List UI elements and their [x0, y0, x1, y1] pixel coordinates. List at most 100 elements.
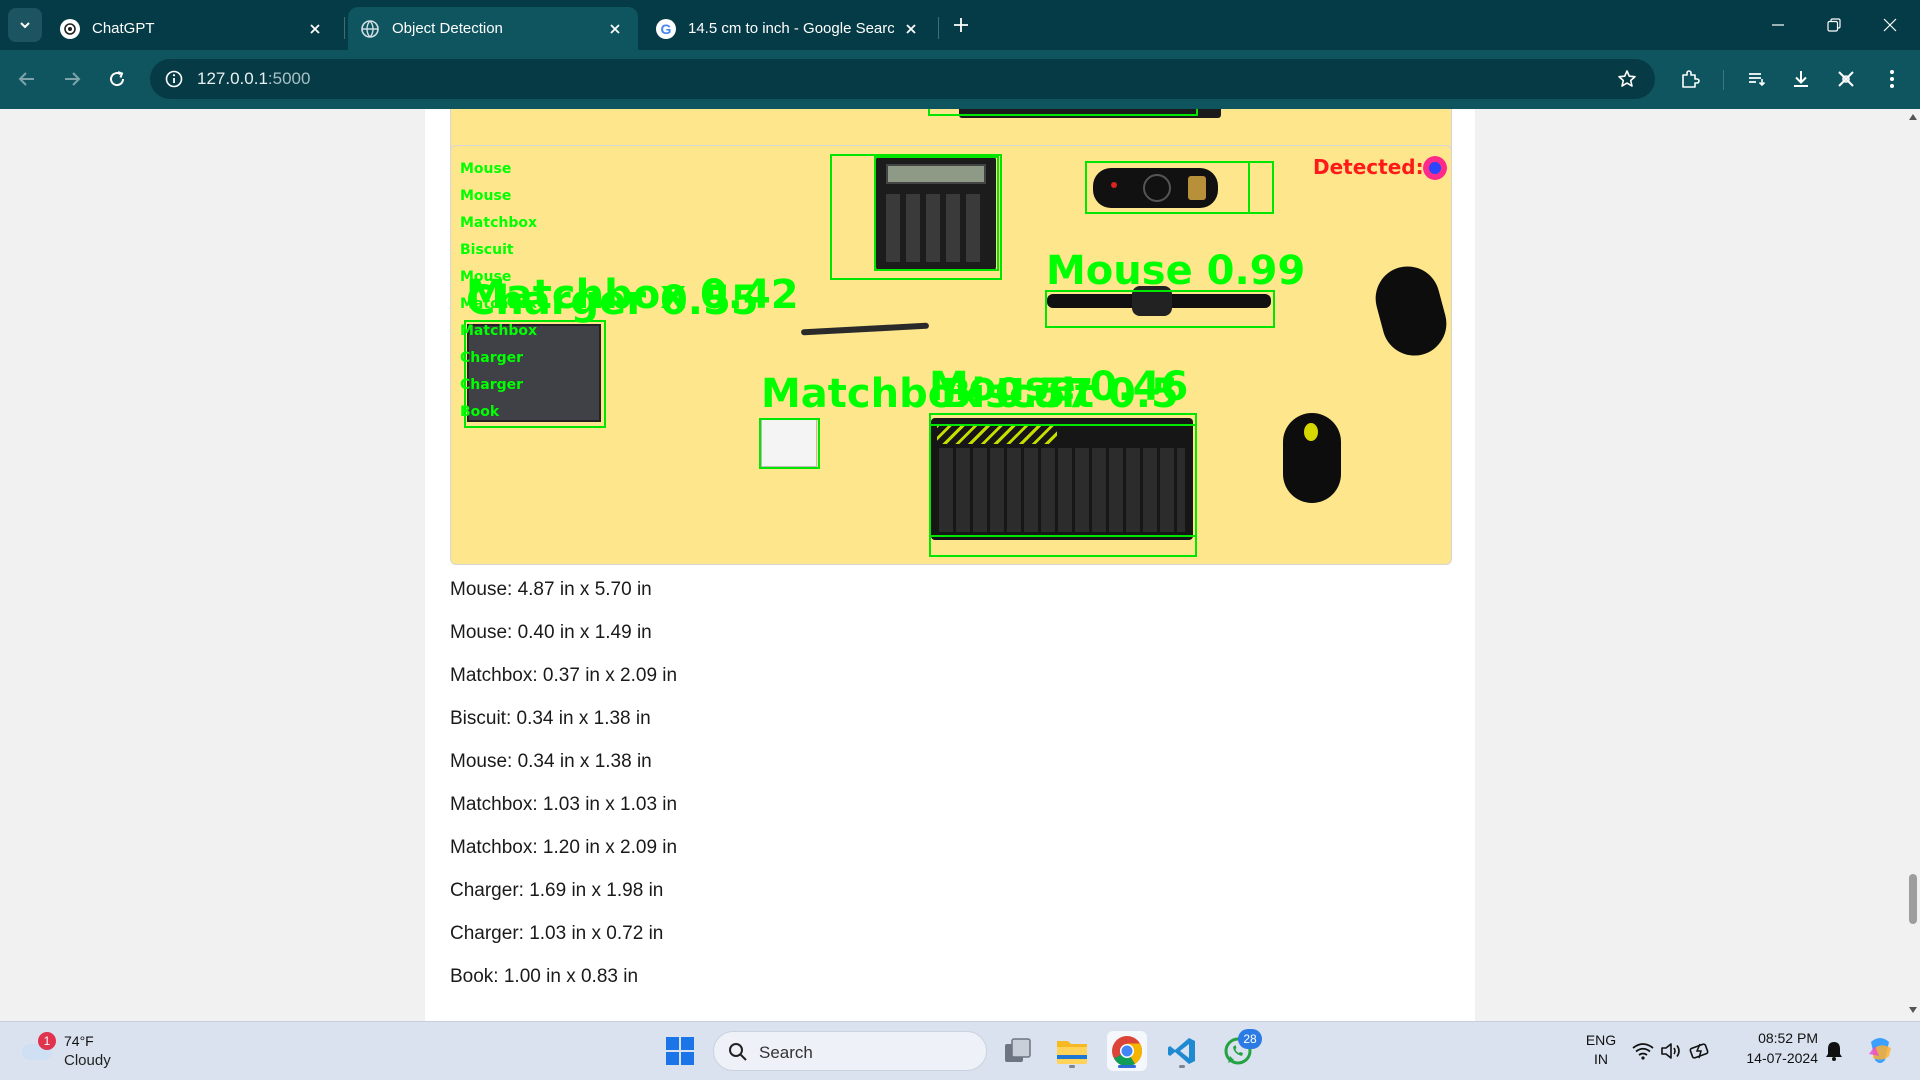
weather-desc: Cloudy: [64, 1052, 111, 1069]
page-viewport: Mouse 0.99 Matchbox 0.42 Charger 0.55 Ma…: [0, 109, 1906, 1021]
taskbar-search[interactable]: Search: [713, 1031, 987, 1071]
copilot-icon: [1869, 1038, 1891, 1063]
toolbar-divider: [1723, 70, 1724, 90]
clock-date: 14-07-2024: [1746, 1050, 1818, 1066]
detection-size-line: Charger: 1.69 in x 1.98 in: [450, 880, 664, 901]
system-tray[interactable]: [1632, 1040, 1716, 1064]
scrollbar-thumb[interactable]: [1909, 874, 1917, 924]
side-label: Matchbox: [460, 215, 538, 231]
windows-icon: [666, 1037, 694, 1065]
arrow-right-icon: [65, 72, 81, 86]
search-icon: [729, 1043, 747, 1061]
detection-size-line: Mouse: 0.34 in x 1.38 in: [450, 751, 652, 772]
close-icon[interactable]: [304, 18, 326, 40]
minimize-button[interactable]: [1750, 0, 1806, 50]
whatsapp-button[interactable]: 28: [1218, 1029, 1262, 1071]
tab-chatgpt[interactable]: ChatGPT: [48, 7, 338, 50]
media-control-button[interactable]: [1740, 62, 1774, 96]
file-explorer-button[interactable]: [1052, 1031, 1092, 1071]
start-button[interactable]: [660, 1031, 700, 1071]
volume-icon: [1661, 1043, 1680, 1059]
google-icon: G: [656, 18, 676, 39]
new-tab-button[interactable]: [948, 12, 974, 38]
address-bar[interactable]: 127.0.0.1:5000: [150, 59, 1655, 99]
downloads-button[interactable]: [1784, 62, 1818, 96]
extension-button[interactable]: [1829, 62, 1863, 96]
weather-temp: 74°F: [64, 1033, 94, 1049]
clock-time: 08:52 PM: [1758, 1030, 1818, 1046]
language-indicator[interactable]: ENG IN: [1578, 1032, 1624, 1072]
side-label: Mouse: [460, 161, 512, 177]
vscode-icon: [1168, 1038, 1195, 1064]
weather-widget[interactable]: 1 74°F Cloudy: [18, 1030, 148, 1074]
close-icon[interactable]: [604, 18, 626, 40]
detection-size-line: Book: 1.00 in x 0.83 in: [450, 966, 639, 987]
wifi-icon: [1632, 1043, 1654, 1060]
page-scrollbar[interactable]: [1906, 109, 1920, 1021]
clock[interactable]: 08:52 PM 14-07-2024: [1728, 1030, 1818, 1074]
detection-size-line: Biscuit: 0.34 in x 1.38 in: [450, 708, 651, 729]
running-indicator: [1118, 1065, 1136, 1068]
pen-image: [800, 322, 930, 336]
extensions-button[interactable]: [1673, 62, 1707, 96]
side-label: Matchbox: [460, 296, 538, 312]
whatsapp-badge: 28: [1238, 1029, 1262, 1049]
tab-google-search[interactable]: G 14.5 cm to inch - Google Search: [644, 7, 934, 50]
detection-size-line: Mouse: 0.40 in x 1.49 in: [450, 622, 652, 643]
task-view-icon: [1005, 1038, 1031, 1062]
detection-label: Biscuit 0.5: [941, 371, 1179, 417]
task-view-button[interactable]: [998, 1031, 1038, 1071]
page-content: Mouse 0.99 Matchbox 0.42 Charger 0.55 Ma…: [425, 109, 1475, 1021]
close-icon[interactable]: [900, 18, 922, 40]
plus-icon: [954, 18, 968, 32]
search-label: Search: [759, 1043, 813, 1062]
side-label: Biscuit: [460, 242, 514, 258]
side-label: Matchbox: [460, 323, 538, 339]
language-bottom: IN: [1594, 1051, 1608, 1067]
reload-icon: [110, 71, 125, 87]
forward-button[interactable]: [55, 62, 89, 96]
bounding-box: [1085, 161, 1250, 214]
detection-size-line: Matchbox: 0.37 in x 2.09 in: [450, 665, 678, 686]
url-text: 127.0.0.1:5000: [197, 69, 310, 89]
info-icon[interactable]: [158, 63, 190, 95]
playlist-icon: [1749, 73, 1766, 87]
chrome-button[interactable]: [1107, 1031, 1147, 1071]
notifications-button[interactable]: [1817, 1031, 1851, 1071]
detected-marker-icon: [1423, 156, 1447, 180]
tab-divider: [938, 17, 939, 39]
reload-button[interactable]: [100, 62, 134, 96]
vscode-button[interactable]: [1162, 1031, 1202, 1071]
taskbar: 1 74°F Cloudy Search 28 ENG IN 08:52 PM: [0, 1021, 1920, 1080]
tab-search-button[interactable]: [8, 8, 42, 42]
scroll-up-arrow-icon[interactable]: [1909, 114, 1917, 120]
minimize-icon: [1772, 24, 1784, 26]
side-label: Mouse: [460, 188, 512, 204]
copilot-button[interactable]: [1860, 1031, 1900, 1071]
puzzle-icon: [1682, 70, 1700, 88]
arrow-left-icon: [18, 72, 34, 86]
back-button[interactable]: [10, 62, 44, 96]
weather-badge: 1: [38, 1032, 56, 1050]
tab-title: ChatGPT: [92, 20, 155, 37]
restore-button[interactable]: [1806, 0, 1862, 50]
scroll-down-arrow-icon[interactable]: [1909, 1007, 1917, 1013]
bounding-box: [928, 109, 1198, 116]
tab-title: 14.5 cm to inch - Google Search: [688, 20, 894, 37]
bookmark-star-icon[interactable]: [1611, 63, 1643, 95]
language-top: ENG: [1585, 1032, 1617, 1048]
close-window-button[interactable]: [1862, 0, 1918, 50]
mouse-image: [1283, 413, 1341, 503]
url-port: :5000: [267, 69, 311, 88]
battery-icon: [1689, 1043, 1709, 1059]
detection-size-line: Mouse: 4.87 in x 5.70 in: [450, 579, 652, 600]
detection-size-line: Charger: 1.03 in x 0.72 in: [450, 923, 664, 944]
detection-size-line: Matchbox: 1.20 in x 2.09 in: [450, 837, 678, 858]
menu-button[interactable]: [1875, 62, 1909, 96]
folder-icon: [1057, 1041, 1087, 1064]
tab-object-detection[interactable]: Object Detection: [348, 7, 638, 50]
detection-size-line: Matchbox: 1.03 in x 1.03 in: [450, 794, 678, 815]
bounding-box: [929, 424, 1197, 537]
tab-divider: [344, 17, 345, 39]
detection-label: Mouse 0.99: [1046, 248, 1306, 294]
